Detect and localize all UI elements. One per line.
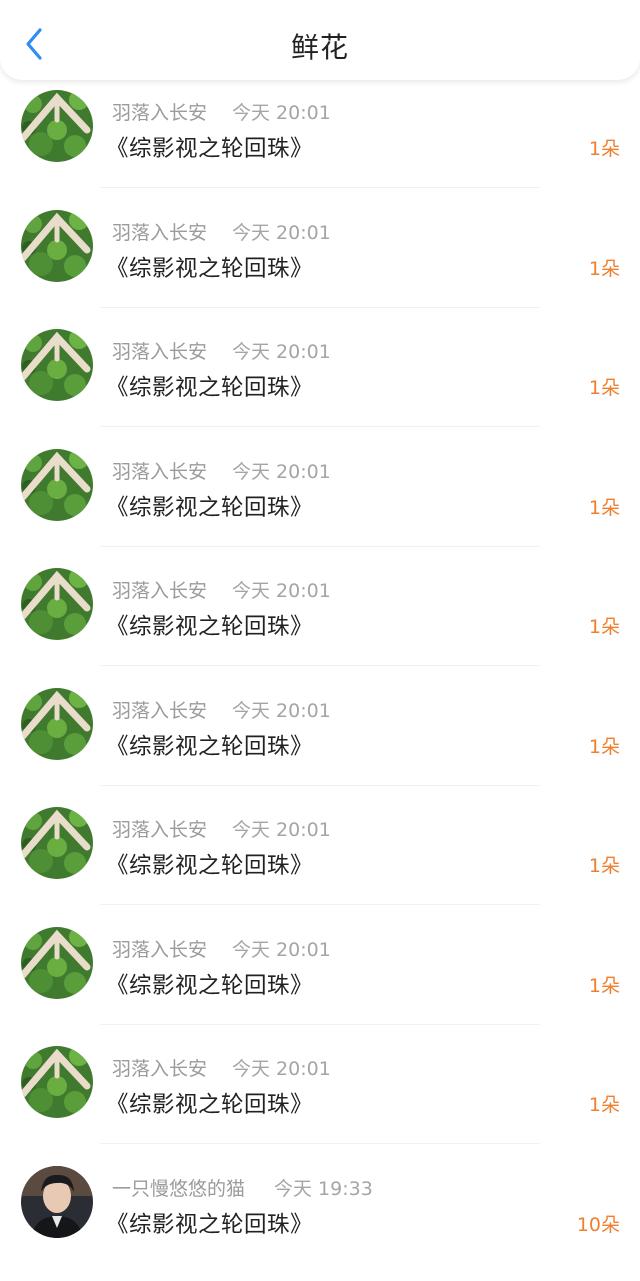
row-divider [100, 546, 540, 547]
sender-name: 羽落入长安 [112, 337, 207, 364]
gift-time: 今天 20:01 [232, 815, 331, 842]
book-title: 《综影视之轮回珠》 [106, 490, 313, 522]
gift-time: 今天 20:01 [232, 696, 331, 723]
flower-gift-list: 羽落入长安 今天 20:01 《综影视之轮回珠》 1朵 羽落入长安 今天 20:… [0, 86, 640, 1281]
list-item[interactable]: 羽落入长安 今天 20:01 《综影视之轮回珠》 1朵 [0, 445, 640, 565]
user-avatar[interactable] [21, 568, 93, 640]
user-avatar[interactable] [21, 688, 93, 760]
sender-name: 羽落入长安 [112, 1054, 207, 1081]
heart-hands-plant-icon [21, 688, 93, 760]
list-item[interactable]: 羽落入长安 今天 20:01 《综影视之轮回珠》 1朵 [0, 564, 640, 684]
book-title: 《综影视之轮回珠》 [106, 1207, 313, 1239]
sender-name: 羽落入长安 [112, 576, 207, 603]
sender-name: 羽落入长安 [112, 696, 207, 723]
heart-hands-plant-icon [21, 329, 93, 401]
flower-count: 1朵 [589, 732, 620, 759]
sender-name: 羽落入长安 [112, 98, 207, 125]
flower-count: 1朵 [589, 1090, 620, 1117]
flower-count: 1朵 [589, 134, 620, 161]
heart-hands-plant-icon [21, 807, 93, 879]
gift-time: 今天 20:01 [232, 576, 331, 603]
page-title: 鲜花 [0, 26, 640, 66]
user-avatar[interactable] [21, 210, 93, 282]
row-divider [100, 1024, 540, 1025]
list-item[interactable]: 羽落入长安 今天 20:01 《综影视之轮回珠》 1朵 [0, 803, 640, 923]
book-title: 《综影视之轮回珠》 [106, 1087, 313, 1119]
gift-time: 今天 20:01 [232, 337, 331, 364]
gift-time: 今天 20:01 [232, 1054, 331, 1081]
user-avatar[interactable] [21, 927, 93, 999]
top-bar: 鲜花 [0, 0, 640, 80]
row-divider [100, 665, 540, 666]
list-item[interactable]: 羽落入长安 今天 20:01 《综影视之轮回珠》 1朵 [0, 206, 640, 326]
book-title: 《综影视之轮回珠》 [106, 251, 313, 283]
list-item[interactable]: 羽落入长安 今天 20:01 《综影视之轮回珠》 1朵 [0, 325, 640, 445]
gift-time: 今天 20:01 [232, 98, 331, 125]
heart-hands-plant-icon [21, 1046, 93, 1118]
heart-hands-plant-icon [21, 210, 93, 282]
sender-name: 一只慢悠悠的猫 [112, 1174, 245, 1201]
flower-count: 1朵 [589, 851, 620, 878]
list-item[interactable]: 羽落入长安 今天 20:01 《综影视之轮回珠》 1朵 [0, 1042, 640, 1162]
book-title: 《综影视之轮回珠》 [106, 370, 313, 402]
gift-time: 今天 20:01 [232, 218, 331, 245]
flower-count: 1朵 [589, 612, 620, 639]
row-divider [100, 785, 540, 786]
flower-count: 1朵 [589, 971, 620, 998]
sender-name: 羽落入长安 [112, 218, 207, 245]
row-divider [100, 904, 540, 905]
flower-count: 1朵 [589, 373, 620, 400]
heart-hands-plant-icon [21, 90, 93, 162]
book-title: 《综影视之轮回珠》 [106, 131, 313, 163]
list-item[interactable]: 羽落入长安 今天 20:01 《综影视之轮回珠》 1朵 [0, 684, 640, 804]
user-avatar[interactable] [21, 329, 93, 401]
heart-hands-plant-icon [21, 927, 93, 999]
flower-count: 1朵 [589, 493, 620, 520]
book-title: 《综影视之轮回珠》 [106, 968, 313, 1000]
user-avatar[interactable] [21, 90, 93, 162]
list-item[interactable]: 羽落入长安 今天 20:01 《综影视之轮回珠》 1朵 [0, 923, 640, 1043]
sender-name: 羽落入长安 [112, 457, 207, 484]
sender-name: 羽落入长安 [112, 815, 207, 842]
list-item[interactable]: 一只慢悠悠的猫 今天 19:33 《综影视之轮回珠》 10朵 [0, 1162, 640, 1281]
row-divider [100, 1143, 540, 1144]
heart-hands-plant-icon [21, 449, 93, 521]
flower-count: 1朵 [589, 254, 620, 281]
heart-hands-plant-icon [21, 568, 93, 640]
sender-name: 羽落入长安 [112, 935, 207, 962]
user-avatar[interactable] [21, 449, 93, 521]
person-portrait-icon [21, 1166, 93, 1238]
book-title: 《综影视之轮回珠》 [106, 609, 313, 641]
gift-time: 今天 19:33 [274, 1174, 373, 1201]
user-avatar[interactable] [21, 1046, 93, 1118]
row-divider [100, 307, 540, 308]
user-avatar[interactable] [21, 807, 93, 879]
row-divider [100, 187, 540, 188]
gift-time: 今天 20:01 [232, 457, 331, 484]
row-divider [100, 426, 540, 427]
list-item[interactable]: 羽落入长安 今天 20:01 《综影视之轮回珠》 1朵 [0, 86, 640, 206]
flower-count: 10朵 [577, 1210, 620, 1237]
gift-time: 今天 20:01 [232, 935, 331, 962]
user-avatar[interactable] [21, 1166, 93, 1238]
book-title: 《综影视之轮回珠》 [106, 848, 313, 880]
book-title: 《综影视之轮回珠》 [106, 729, 313, 761]
